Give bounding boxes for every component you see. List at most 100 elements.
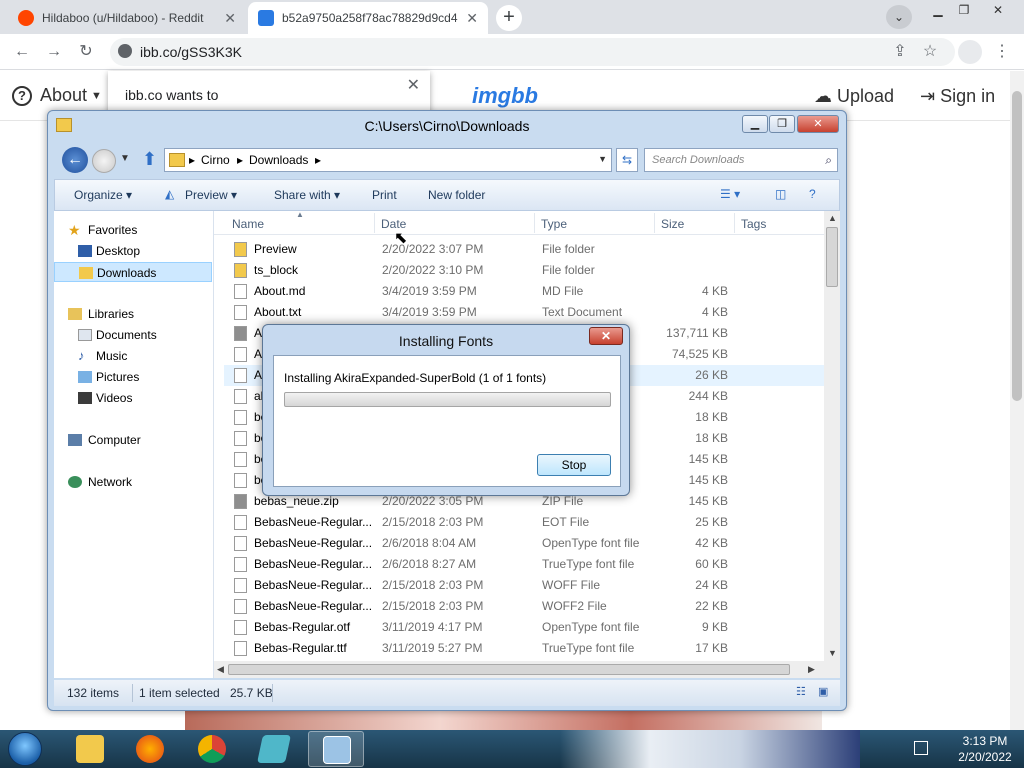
scroll-down-icon[interactable]: ▼	[828, 648, 837, 658]
maximize-button[interactable]: ❐	[769, 115, 795, 133]
tab-reddit[interactable]: Hildaboo (u/Hildaboo) - Reddit ✕	[8, 2, 246, 34]
search-field[interactable]: Search Downloads ⌕	[644, 148, 838, 172]
thumbnails-view-icon[interactable]: ▣	[818, 685, 828, 698]
file-row[interactable]: About.txt 3/4/2019 3:59 PM Text Document 4 …	[224, 302, 824, 323]
column-divider[interactable]	[534, 213, 535, 233]
nav-pictures[interactable]: Pictures	[54, 367, 212, 387]
help-icon[interactable]: ?	[809, 187, 816, 201]
taskbar-app[interactable]	[246, 731, 302, 767]
column-size[interactable]: Size	[661, 217, 684, 231]
navigation-pane: ★ Favorites Desktop Downloads Libraries …	[54, 211, 214, 678]
stop-button[interactable]: Stop	[537, 454, 611, 476]
breadcrumb-cirno[interactable]: Cirno	[201, 153, 230, 167]
menu-icon[interactable]: ⋮	[990, 40, 1014, 64]
column-divider[interactable]	[734, 213, 735, 233]
taskbar-chrome[interactable]	[184, 731, 240, 767]
share-icon[interactable]: ⇪	[888, 40, 912, 64]
about-menu[interactable]: ? About ▼	[12, 85, 102, 106]
nav-network[interactable]: Network	[54, 472, 212, 492]
view-options-icon[interactable]: ☰ ▾	[720, 187, 740, 201]
new-folder-button[interactable]: New folder	[428, 188, 485, 202]
maximize-icon[interactable]: ❐	[950, 0, 978, 22]
horizontal-scrollbar[interactable]: ◀ ▶	[214, 661, 840, 678]
taskbar-explorer[interactable]	[62, 731, 118, 767]
column-tags[interactable]: Tags	[741, 217, 766, 231]
file-row[interactable]: About.md 3/4/2019 3:59 PM MD File 4 KB	[224, 281, 824, 302]
recent-pages-icon[interactable]: ▼	[120, 153, 130, 164]
address-field[interactable]: ▸ Cirno ▸ Downloads ▸ ▼	[164, 148, 612, 172]
column-divider[interactable]	[654, 213, 655, 233]
file-row[interactable]: ts_block 2/20/2022 3:10 PM File folder	[224, 260, 824, 281]
nav-computer[interactable]: Computer	[54, 430, 212, 450]
search-icon[interactable]: ⌕	[825, 153, 832, 168]
preview-pane-icon[interactable]: ◫	[775, 187, 786, 201]
print-button[interactable]: Print	[372, 188, 397, 202]
organize-button[interactable]: Organize ▾	[74, 188, 132, 202]
close-tab-icon[interactable]: ✕	[224, 10, 236, 27]
taskbar-fonts[interactable]	[308, 731, 364, 767]
scroll-thumb[interactable]	[1012, 91, 1022, 401]
details-view-icon[interactable]: ☷	[796, 685, 806, 698]
close-window-icon[interactable]: ✕	[984, 0, 1012, 22]
forward-arrow-icon[interactable]	[92, 149, 116, 173]
upload-button[interactable]: ☁ Upload	[814, 86, 894, 107]
start-button[interactable]	[2, 730, 50, 768]
minimize-icon[interactable]: ▁	[924, 0, 952, 22]
forward-icon[interactable]: →	[42, 40, 66, 64]
scroll-left-icon[interactable]: ◀	[217, 664, 224, 675]
dialog-title[interactable]: Installing Fonts	[263, 325, 629, 355]
file-row[interactable]: Preview 2/20/2022 3:07 PM File folder	[224, 239, 824, 260]
page-scrollbar[interactable]	[1010, 71, 1024, 730]
scroll-right-icon[interactable]: ▶	[808, 664, 815, 675]
close-button[interactable]: ✕	[797, 115, 839, 133]
nav-music[interactable]: ♪ Music	[54, 346, 212, 366]
tab-imgbb[interactable]: b52a9750a258f78ac78829d9cd4 ✕	[248, 2, 488, 34]
column-type[interactable]: Type	[541, 217, 567, 231]
bookmark-star-icon[interactable]: ☆	[918, 40, 942, 64]
up-arrow-icon[interactable]: ⬆	[142, 149, 157, 170]
minimize-button[interactable]: ▁	[742, 115, 768, 133]
nav-videos[interactable]: Videos	[54, 388, 212, 408]
scroll-up-icon[interactable]: ▲	[828, 213, 837, 223]
clock[interactable]: 3:13 PM 2/20/2022	[954, 733, 1016, 765]
file-date: 2/15/2018 2:03 PM	[382, 578, 484, 592]
breadcrumb-downloads[interactable]: Downloads	[249, 153, 308, 167]
file-row[interactable]: BebasNeue-Regular... 2/15/2018 2:03 PM WOF…	[224, 575, 824, 596]
file-row[interactable]: BebasNeue-Regular... 2/15/2018 2:03 PM EOT…	[224, 512, 824, 533]
refresh-icon[interactable]: ⇆	[616, 148, 638, 172]
lock-icon[interactable]	[118, 44, 132, 58]
address-bar[interactable]: ibb.co/gSS3K3K	[110, 38, 955, 66]
imgbb-logo[interactable]: imgbb	[472, 83, 538, 109]
close-tab-icon[interactable]: ✕	[466, 10, 478, 27]
preview-button[interactable]: Preview ▾	[185, 188, 237, 202]
nav-downloads[interactable]: Downloads	[54, 262, 212, 282]
column-divider[interactable]	[374, 213, 375, 233]
nav-documents[interactable]: Documents	[54, 325, 212, 345]
new-tab-button[interactable]: +	[496, 5, 522, 31]
close-icon[interactable]: ✕	[407, 75, 420, 95]
taskbar-firefox[interactable]	[122, 731, 178, 767]
tab-search-icon[interactable]: ⌄	[886, 5, 912, 29]
nav-favorites[interactable]: ★ Favorites	[54, 220, 212, 240]
back-icon[interactable]: ←	[10, 40, 34, 64]
file-row[interactable]: BebasNeue-Regular... 2/15/2018 2:03 PM WOF…	[224, 596, 824, 617]
share-with-button[interactable]: Share with ▾	[274, 188, 340, 202]
close-icon[interactable]: ✕	[589, 327, 623, 345]
signin-button[interactable]: ⇥ Sign in	[920, 86, 995, 107]
back-arrow-icon[interactable]: ←	[62, 147, 88, 173]
chevron-down-icon[interactable]: ▼	[598, 154, 607, 164]
file-row[interactable]: Bebas-Regular.otf 3/11/2019 4:17 PM OpenTy…	[224, 617, 824, 638]
scroll-thumb[interactable]	[228, 664, 790, 675]
reload-icon[interactable]: ↻	[74, 40, 98, 64]
nav-libraries[interactable]: Libraries	[54, 304, 212, 324]
explorer-titlebar[interactable]: C:\Users\Cirno\Downloads	[48, 111, 846, 141]
nav-desktop[interactable]: Desktop	[54, 241, 212, 261]
action-center-icon[interactable]	[914, 741, 928, 755]
file-row[interactable]: BebasNeue-Regular... 2/6/2018 8:27 AM True…	[224, 554, 824, 575]
vertical-scrollbar[interactable]: ▲ ▼	[824, 211, 840, 661]
file-row[interactable]: BebasNeue-Regular... 2/6/2018 8:04 AM Open…	[224, 533, 824, 554]
file-row[interactable]: Bebas-Regular.ttf 3/11/2019 5:27 PM TrueTy…	[224, 638, 824, 659]
column-name[interactable]: Name	[232, 217, 264, 231]
scroll-thumb[interactable]	[826, 227, 838, 287]
profile-avatar[interactable]	[958, 40, 982, 64]
